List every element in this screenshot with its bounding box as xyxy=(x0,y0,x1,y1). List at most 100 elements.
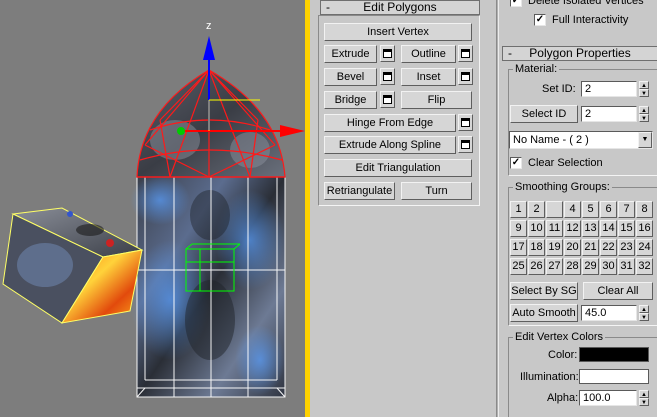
smoothing-group-button[interactable]: 26 xyxy=(528,258,545,275)
settings-dialog-icon xyxy=(461,72,470,81)
smoothing-group-button[interactable]: 9 xyxy=(510,220,527,237)
vertex-color-swatch[interactable] xyxy=(579,347,649,362)
smoothing-group-button[interactable] xyxy=(546,201,563,218)
smoothing-group-button[interactable]: 22 xyxy=(600,239,617,256)
spinner-up-icon[interactable]: ▲ xyxy=(639,81,649,89)
inset-button[interactable]: Inset xyxy=(401,68,456,86)
smoothing-group-button[interactable]: 30 xyxy=(600,258,617,275)
bridge-button[interactable]: Bridge xyxy=(324,91,377,109)
bevel-settings-button[interactable] xyxy=(380,68,395,85)
retriangulate-button[interactable]: Retriangulate xyxy=(324,182,395,200)
select-id-button[interactable]: Select ID xyxy=(510,105,578,123)
hinge-settings-button[interactable] xyxy=(458,114,473,131)
full-interactivity-label: Full Interactivity xyxy=(552,14,629,26)
hinge-from-edge-button[interactable]: Hinge From Edge xyxy=(324,114,456,132)
alpha-input[interactable]: 100.0 xyxy=(579,390,637,406)
clear-selection-checkbox[interactable]: ✓ xyxy=(510,157,522,169)
smoothing-group-button[interactable]: 7 xyxy=(618,201,635,218)
set-id-label: Set ID: xyxy=(542,83,576,95)
smoothing-group-button[interactable]: 6 xyxy=(600,201,617,218)
delete-isolated-vertices-checkbox[interactable]: ✓ xyxy=(510,0,522,7)
textured-cube[interactable] xyxy=(2,207,144,324)
smoothing-group-button[interactable]: 23 xyxy=(618,239,635,256)
smoothing-group-button[interactable]: 8 xyxy=(636,201,653,218)
set-id-input[interactable]: 2 xyxy=(581,81,637,97)
select-id-spinner[interactable]: ▲ ▼ xyxy=(639,106,649,122)
chevron-down-icon[interactable]: ▼ xyxy=(638,132,652,148)
select-id-input[interactable]: 2 xyxy=(581,106,637,122)
dome-selected-polygons[interactable] xyxy=(136,69,286,178)
extrude-button[interactable]: Extrude xyxy=(324,45,377,63)
cylinder-body[interactable] xyxy=(130,175,286,398)
auto-smooth-input[interactable]: 45.0 xyxy=(581,305,637,321)
alpha-spinner[interactable]: ▲ ▼ xyxy=(639,390,649,406)
spinner-down-icon[interactable]: ▼ xyxy=(639,89,649,97)
set-id-spinner[interactable]: ▲ ▼ xyxy=(639,81,649,97)
smoothing-group-button[interactable]: 11 xyxy=(546,220,563,237)
select-by-sg-button[interactable]: Select By SG xyxy=(510,282,578,300)
edit-polygons-title[interactable]: - Edit Polygons xyxy=(320,0,480,15)
turn-button[interactable]: Turn xyxy=(401,182,472,200)
smoothing-group-button[interactable]: 16 xyxy=(636,220,653,237)
smoothing-group-button[interactable]: 31 xyxy=(618,258,635,275)
extrude-spline-settings-button[interactable] xyxy=(458,136,473,153)
extrude-settings-button[interactable] xyxy=(380,45,395,62)
smoothing-group-button[interactable]: 13 xyxy=(582,220,599,237)
smoothing-group-button[interactable]: 10 xyxy=(528,220,545,237)
smoothing-group-button[interactable]: 4 xyxy=(564,201,581,218)
smoothing-group-button[interactable]: 12 xyxy=(564,220,581,237)
smoothing-group-button[interactable]: 14 xyxy=(600,220,617,237)
smoothing-group-button[interactable]: 1 xyxy=(510,201,527,218)
smoothing-group-button[interactable]: 19 xyxy=(546,239,563,256)
edit-polygons-rollout: - Edit Polygons Insert Vertex Extrude Ou… xyxy=(316,0,482,417)
viewport-scene: z xyxy=(2,20,305,398)
smoothing-group-button[interactable]: 24 xyxy=(636,239,653,256)
polygon-properties-title-text: Polygon Properties xyxy=(529,46,631,60)
polygon-properties-title[interactable]: - Polygon Properties xyxy=(502,46,657,61)
smoothing-group-button[interactable]: 21 xyxy=(582,239,599,256)
bridge-settings-button[interactable] xyxy=(380,91,395,108)
settings-dialog-icon xyxy=(461,118,470,127)
smoothing-group-button[interactable]: 5 xyxy=(582,201,599,218)
spinner-up-icon[interactable]: ▲ xyxy=(639,390,649,398)
auto-smooth-button[interactable]: Auto Smooth xyxy=(510,304,578,322)
smoothing-group-button[interactable]: 20 xyxy=(564,239,581,256)
spinner-down-icon[interactable]: ▼ xyxy=(639,114,649,122)
full-interactivity-checkbox[interactable]: ✓ xyxy=(534,14,546,26)
spinner-down-icon[interactable]: ▼ xyxy=(639,398,649,406)
illumination-color-swatch[interactable] xyxy=(579,369,649,384)
right-command-panel: ✓ Delete Isolated Vertices ✓ Full Intera… xyxy=(500,0,657,417)
smoothing-group-button[interactable]: 28 xyxy=(564,258,581,275)
spinner-up-icon[interactable]: ▲ xyxy=(639,305,649,313)
edit-polygons-title-text: Edit Polygons xyxy=(363,0,437,14)
smoothing-group-button[interactable]: 29 xyxy=(582,258,599,275)
settings-dialog-icon xyxy=(383,72,392,81)
clear-all-button[interactable]: Clear All xyxy=(583,282,653,300)
smoothing-group-button[interactable]: 27 xyxy=(546,258,563,275)
vertex-colors-label: Edit Vertex Colors xyxy=(513,331,606,343)
auto-smooth-spinner[interactable]: ▲ ▼ xyxy=(639,305,649,321)
material-group-label: Material: xyxy=(513,63,560,75)
settings-dialog-icon xyxy=(383,95,392,104)
extrude-along-spline-button[interactable]: Extrude Along Spline xyxy=(324,136,456,154)
insert-vertex-button[interactable]: Insert Vertex xyxy=(324,23,472,41)
viewport-perspective[interactable]: z xyxy=(0,0,305,417)
spinner-up-icon[interactable]: ▲ xyxy=(639,106,649,114)
bevel-button[interactable]: Bevel xyxy=(324,68,377,86)
smoothing-group-button[interactable]: 18 xyxy=(528,239,545,256)
smoothing-group-button[interactable]: 32 xyxy=(636,258,653,275)
smoothing-group-button[interactable]: 2 xyxy=(528,201,545,218)
smoothing-group-button[interactable]: 25 xyxy=(510,258,527,275)
outline-settings-button[interactable] xyxy=(458,45,473,62)
settings-dialog-icon xyxy=(461,49,470,58)
edit-triangulation-button[interactable]: Edit Triangulation xyxy=(324,159,472,177)
inset-settings-button[interactable] xyxy=(458,68,473,85)
spinner-down-icon[interactable]: ▼ xyxy=(639,313,649,321)
flip-button[interactable]: Flip xyxy=(401,91,472,109)
smoothing-group-button[interactable]: 17 xyxy=(510,239,527,256)
outline-button[interactable]: Outline xyxy=(401,45,456,63)
material-name-dropdown[interactable]: No Name - ( 2 ) ▼ xyxy=(509,131,653,149)
panel-separator xyxy=(496,0,499,417)
smoothing-group-button[interactable]: 15 xyxy=(618,220,635,237)
settings-dialog-icon xyxy=(461,140,470,149)
